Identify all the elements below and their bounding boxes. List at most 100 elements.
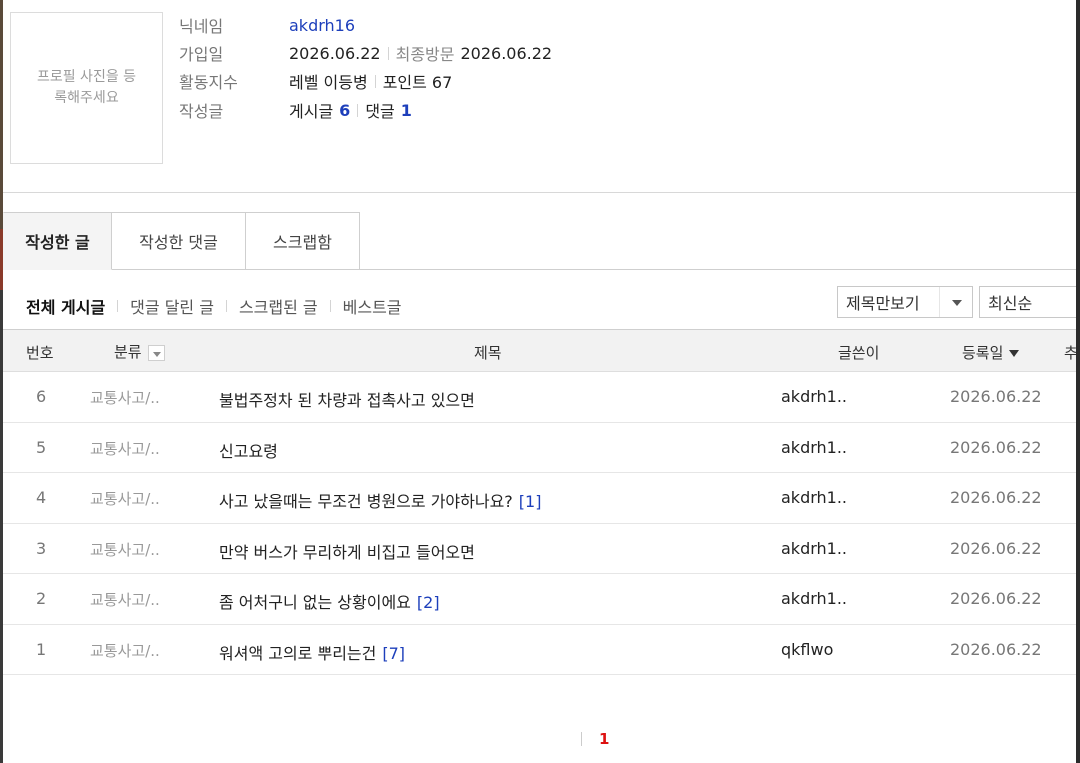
- filter-commented-posts[interactable]: 댓글 달린 글: [130, 294, 214, 318]
- header-extra: 추: [1064, 344, 1076, 362]
- post-title-link[interactable]: 사고 났을때는 무조건 병원으로 가야하나요?: [219, 492, 513, 511]
- post-date: 2026.06.22: [950, 538, 1042, 558]
- tab-underline: [112, 269, 1076, 270]
- post-author[interactable]: akdrh1..: [781, 589, 847, 608]
- header-author: 글쓴이: [838, 344, 880, 362]
- post-number: 4: [36, 488, 47, 507]
- table-row: 1 교통사고/.. 워셔액 고의로 뿌리는건 [7] qkflwo 2026.06…: [3, 625, 1076, 675]
- post-count[interactable]: 6: [339, 101, 350, 120]
- last-visit-date: 2026.06.22: [460, 43, 553, 63]
- post-number: 2: [36, 589, 47, 608]
- post-date: 2026.06.22: [950, 437, 1042, 457]
- table-row: 3 교통사고/.. 만약 버스가 무리하게 비집고 들어오면 akdrh1.. …: [3, 524, 1076, 574]
- posts-label: 작성글: [179, 102, 224, 121]
- table-header: 번호 분류 제목 글쓴이 등록일 추: [3, 329, 1076, 372]
- post-filter-bar: 전체 게시글 댓글 달린 글 스크랩된 글 베스트글: [26, 292, 402, 320]
- table-row: 2 교통사고/.. 좀 어처구니 없는 상황이에요 [2] akdrh1.. 20…: [3, 574, 1076, 625]
- post-category[interactable]: 교통사고/..: [90, 640, 160, 661]
- joined-row: 가입일 2026.06.22 최종방문 2026.06.22: [179, 41, 552, 65]
- tab-bar: 작성한 글 작성한 댓글 스크랩함: [3, 212, 360, 270]
- header-category[interactable]: 분류: [114, 341, 165, 362]
- post-category[interactable]: 교통사고/..: [90, 539, 160, 560]
- post-author[interactable]: akdrh1..: [781, 539, 847, 558]
- nickname-row: 닉네임 akdrh16: [179, 13, 355, 37]
- tab-my-posts[interactable]: 작성한 글: [3, 212, 112, 270]
- comment-count-label: 댓글: [365, 102, 395, 121]
- post-author[interactable]: akdrh1..: [781, 438, 847, 457]
- profile-photo-placeholder[interactable]: 프로필 사진을 등록해주세요: [10, 12, 163, 164]
- post-title-link[interactable]: 신고요령: [219, 442, 278, 461]
- post-category[interactable]: 교통사고/..: [90, 387, 160, 408]
- chevron-down-icon: [952, 300, 962, 306]
- post-list: 6 교통사고/.. 불법주정차 된 차량과 접촉사고 있으면 akdrh1.. …: [3, 372, 1076, 675]
- pagination-divider: [581, 732, 582, 746]
- filter-all-posts[interactable]: 전체 게시글: [26, 294, 105, 318]
- joined-date: 2026.06.22: [289, 43, 381, 63]
- post-category[interactable]: 교통사고/..: [90, 488, 160, 509]
- page-current[interactable]: 1: [599, 730, 609, 748]
- post-category[interactable]: 교통사고/..: [90, 589, 160, 610]
- posts-row: 작성글 게시글 6 댓글 1: [179, 98, 412, 122]
- table-row: 6 교통사고/.. 불법주정차 된 차량과 접촉사고 있으면 akdrh1.. …: [3, 372, 1076, 423]
- activity-row: 활동지수 레벨 이등병 포인트 67: [179, 69, 452, 93]
- pagination: 1: [581, 729, 609, 749]
- member-page: 프로필 사진을 등록해주세요 닉네임 akdrh16 가입일 2026.06.2…: [3, 0, 1076, 763]
- post-title-link[interactable]: 좀 어처구니 없는 상황이에요: [219, 593, 411, 612]
- post-author[interactable]: qkflwo: [781, 640, 833, 659]
- nickname-label: 닉네임: [179, 17, 224, 36]
- post-number: 3: [36, 538, 47, 558]
- post-count-label: 게시글: [289, 102, 334, 121]
- right-edge: [1076, 0, 1080, 763]
- post-author[interactable]: akdrh1..: [781, 387, 847, 406]
- post-author[interactable]: akdrh1..: [781, 488, 847, 507]
- comment-count-link[interactable]: [1]: [519, 492, 542, 511]
- joined-label: 가입일: [179, 45, 224, 64]
- tab-my-comments[interactable]: 작성한 댓글: [112, 212, 246, 270]
- view-mode-value: 제목만보기: [846, 294, 920, 313]
- divider: [387, 46, 389, 60]
- post-title-cell: 만약 버스가 무리하게 비집고 들어오면: [219, 539, 481, 563]
- divider: [357, 103, 359, 117]
- post-date: 2026.06.22: [950, 639, 1042, 659]
- divider: [329, 300, 331, 312]
- category-filter-dropdown-icon[interactable]: [147, 344, 165, 361]
- view-mode-select[interactable]: 제목만보기: [837, 286, 973, 318]
- last-visit-label: 최종방문: [395, 45, 455, 64]
- filter-best-posts[interactable]: 베스트글: [343, 294, 402, 318]
- comment-count-link[interactable]: [2]: [417, 593, 440, 612]
- table-row: 5 교통사고/.. 신고요령 akdrh1.. 2026.06.22: [3, 423, 1076, 473]
- post-title-cell: 불법주정차 된 차량과 접촉사고 있으면: [219, 387, 481, 411]
- post-title-cell: 좀 어처구니 없는 상황이에요 [2]: [219, 589, 440, 613]
- comment-count-link[interactable]: [7]: [382, 644, 405, 663]
- post-title-link[interactable]: 만약 버스가 무리하게 비집고 들어오면: [219, 543, 475, 562]
- post-number: 1: [36, 639, 47, 659]
- section-divider: [3, 192, 1076, 193]
- level-text: 레벨 이등병: [289, 73, 368, 92]
- points-text: 포인트 67: [382, 73, 453, 92]
- profile-photo-text: 프로필 사진을 등록해주세요: [36, 69, 137, 106]
- post-title-link[interactable]: 불법주정차 된 차량과 접촉사고 있으면: [219, 391, 475, 410]
- select-divider: [939, 287, 940, 317]
- divider: [117, 300, 119, 312]
- post-category[interactable]: 교통사고/..: [90, 438, 160, 459]
- post-date: 2026.06.22: [950, 387, 1042, 406]
- post-number: 5: [36, 437, 47, 457]
- header-date[interactable]: 등록일: [962, 342, 1020, 363]
- sort-order-select[interactable]: 최신순: [979, 286, 1076, 318]
- filter-scrapped-posts[interactable]: 스크랩된 글: [239, 294, 318, 318]
- header-title: 제목: [474, 344, 502, 362]
- header-category-label: 분류: [114, 343, 142, 361]
- post-title-cell: 신고요령: [219, 438, 284, 462]
- post-title-cell: 워셔액 고의로 뿌리는건 [7]: [219, 640, 405, 664]
- comment-count[interactable]: 1: [401, 101, 412, 120]
- table-row: 4 교통사고/.. 사고 났을때는 무조건 병원으로 가야하나요? [1] akd…: [3, 473, 1076, 524]
- tab-scraps[interactable]: 스크랩함: [246, 212, 360, 270]
- divider: [225, 300, 227, 312]
- post-title-link[interactable]: 워셔액 고의로 뿌리는건: [219, 644, 376, 663]
- post-date: 2026.06.22: [950, 488, 1042, 507]
- post-number: 6: [36, 387, 47, 406]
- header-date-label: 등록일: [962, 344, 1004, 362]
- nickname-value[interactable]: akdrh16: [289, 16, 355, 35]
- divider: [374, 74, 376, 88]
- sort-down-icon: [1009, 350, 1020, 357]
